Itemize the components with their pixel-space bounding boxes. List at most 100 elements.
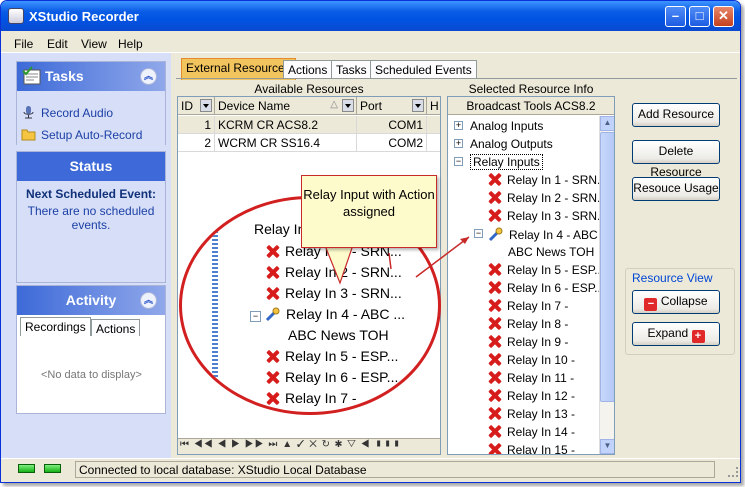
expand-node-icon[interactable]: + bbox=[454, 139, 463, 148]
relay-unassigned-icon bbox=[488, 371, 501, 384]
relay-node[interactable]: Relay In 12 - bbox=[488, 389, 575, 403]
col-device-label: Device Name bbox=[218, 99, 291, 113]
tree-group-label: Analog Inputs bbox=[470, 119, 544, 133]
col-device-name[interactable]: Device Name △ bbox=[215, 97, 357, 115]
relay-node[interactable]: Relay In 15 - bbox=[488, 443, 575, 454]
relay-unassigned-icon bbox=[488, 443, 501, 454]
magnified-row-label: Relay In 6 - ESP... bbox=[285, 369, 399, 385]
scroll-up-icon[interactable]: ▲ bbox=[600, 116, 614, 131]
relay-node[interactable]: Relay In 10 - bbox=[488, 353, 575, 367]
col-port[interactable]: Port bbox=[357, 97, 427, 115]
magnified-row-label: ABC News TOH bbox=[288, 327, 389, 343]
table-row[interactable]: 2 WCRM CR SS16.4 COM2 bbox=[178, 134, 440, 152]
relay-label: Relay In 9 - bbox=[507, 335, 569, 349]
dropdown-icon[interactable] bbox=[342, 99, 354, 112]
tree-group-label: Analog Outputs bbox=[470, 137, 553, 151]
record-audio-link[interactable]: Record Audio bbox=[21, 105, 113, 120]
setup-auto-record-link[interactable]: Setup Auto-Record bbox=[21, 127, 142, 142]
tab-actions[interactable]: Actions bbox=[91, 319, 141, 336]
relay-unassigned-icon bbox=[488, 209, 501, 222]
magnified-row-label: Relay In 4 - ABC ... bbox=[286, 306, 406, 322]
status-title: Status bbox=[69, 158, 113, 174]
scroll-down-icon[interactable]: ▼ bbox=[600, 439, 614, 454]
selected-resource-title: Selected Resource Info bbox=[468, 82, 594, 96]
app-icon bbox=[8, 8, 24, 24]
maximize-button[interactable]: □ bbox=[689, 6, 710, 27]
collapse-node-icon[interactable]: − bbox=[454, 157, 463, 166]
action-relay-icon bbox=[488, 227, 503, 242]
tab-external-resources[interactable]: External Resources bbox=[181, 58, 296, 80]
tab-scheduled-events[interactable]: Scheduled Events bbox=[370, 60, 477, 79]
magnified-row-label: Relay In 3 - SRN... bbox=[285, 285, 402, 301]
relay-node[interactable]: Relay In 2 - SRN... bbox=[488, 191, 607, 205]
tab-tasks[interactable]: Tasks bbox=[331, 60, 372, 79]
relay-label: Relay In 14 - bbox=[507, 425, 576, 439]
col-h[interactable]: H bbox=[427, 97, 442, 115]
sort-asc-icon: △ bbox=[330, 99, 338, 110]
relay-node[interactable]: Relay In 14 - bbox=[488, 425, 575, 439]
col-id[interactable]: ID bbox=[178, 97, 215, 115]
minimize-button[interactable]: – bbox=[665, 6, 686, 27]
available-resources-title: Available Resources bbox=[254, 82, 364, 96]
magnified-relay-row: Relay In 2 - SRN... bbox=[266, 264, 402, 280]
resource-usage-button[interactable]: Resouce Usage bbox=[632, 177, 720, 201]
relay-node[interactable]: Relay In 11 - bbox=[488, 371, 574, 385]
relay-node[interactable]: Relay In 5 - ESP... bbox=[488, 263, 604, 277]
tasks-header: Tasks ︽ bbox=[17, 62, 165, 91]
collapse-chevron-icon[interactable]: ︽ bbox=[140, 292, 157, 309]
col-port-label: Port bbox=[360, 99, 383, 113]
dropdown-icon[interactable] bbox=[200, 99, 212, 112]
add-resource-button[interactable]: Add Resource bbox=[632, 103, 720, 127]
relay-label: Relay In 11 - bbox=[507, 371, 575, 385]
relay-node[interactable]: Relay In 3 - SRN... bbox=[488, 209, 607, 223]
grid-navigator[interactable]: ⏮ ◀◀ ◀ ▶ ▶▶ ⏭ ▲ ✓ ✕ ↻ ✱ ▽ ◀ ▮▮▮ bbox=[178, 438, 440, 454]
collapse-button[interactable]: − Collapse bbox=[632, 290, 720, 314]
relay-unassigned-icon bbox=[488, 191, 501, 204]
title-bar: XStudio Recorder – □ ✕ bbox=[1, 1, 740, 31]
scroll-thumb[interactable] bbox=[600, 132, 614, 402]
expand-label: Expand bbox=[647, 326, 689, 340]
relay-node[interactable]: Relay In 13 - bbox=[488, 407, 575, 421]
tree-scrollbar[interactable]: ▲ ▼ bbox=[599, 116, 614, 454]
table-row[interactable]: 1 KCRM CR ACS8.2 COM1 bbox=[178, 116, 440, 134]
tree-group-node[interactable]: + Analog Inputs bbox=[454, 119, 544, 133]
menu-help[interactable]: Help bbox=[118, 37, 143, 51]
relay-label: Relay In 12 - bbox=[507, 389, 576, 403]
col-id-label: ID bbox=[181, 99, 193, 113]
menu-file[interactable]: File bbox=[14, 37, 33, 51]
cell-id: 2 bbox=[178, 134, 215, 152]
tab-actions[interactable]: Actions bbox=[283, 60, 333, 79]
magnified-relay-row: Relay In 5 - ESP... bbox=[266, 348, 398, 364]
relay-node-with-action[interactable]: − Relay In 4 - ABC ... bbox=[474, 227, 612, 242]
expand-node-icon[interactable]: + bbox=[454, 121, 463, 130]
database-led-icon bbox=[44, 464, 61, 473]
expand-button[interactable]: Expand + bbox=[632, 322, 720, 346]
action-relay-icon bbox=[265, 307, 280, 322]
relay-label: Relay In 1 - SRN... bbox=[507, 173, 608, 187]
status-text: Connected to local database: XStudio Loc… bbox=[75, 461, 715, 478]
resize-grip-icon[interactable] bbox=[728, 467, 738, 477]
collapse-node-icon[interactable]: − bbox=[474, 229, 483, 238]
relay-node[interactable]: Relay In 6 - ESP... bbox=[488, 281, 604, 295]
delete-resource-button[interactable]: Delete Resource bbox=[632, 140, 720, 179]
action-child-node[interactable]: ABC News TOH bbox=[508, 245, 594, 259]
relay-node[interactable]: Relay In 1 - SRN... bbox=[488, 173, 607, 187]
relay-node[interactable]: Relay In 9 - bbox=[488, 335, 568, 349]
tree-group-node[interactable]: + Analog Outputs bbox=[454, 137, 553, 151]
relay-node[interactable]: Relay In 7 - bbox=[488, 299, 568, 313]
collapse-chevron-icon[interactable]: ︽ bbox=[140, 68, 157, 85]
close-button[interactable]: ✕ bbox=[713, 6, 734, 27]
app-window: XStudio Recorder – □ ✕ File Edit View He… bbox=[0, 0, 741, 483]
magnified-row-label: Relay In 2 - SRN... bbox=[285, 264, 402, 280]
relay-unassigned-icon bbox=[266, 266, 279, 279]
tree-group-node[interactable]: − Relay Inputs bbox=[454, 154, 543, 170]
next-event-label: Next Scheduled Event: bbox=[25, 187, 157, 201]
dropdown-icon[interactable] bbox=[412, 99, 424, 112]
magnified-row-label: Relay In 5 - ESP... bbox=[285, 348, 399, 364]
tab-recordings[interactable]: Recordings bbox=[20, 317, 91, 336]
menu-edit[interactable]: Edit bbox=[47, 37, 68, 51]
relay-unassigned-icon bbox=[488, 335, 501, 348]
relay-label: Relay In 4 - ABC ... bbox=[509, 228, 612, 242]
menu-view[interactable]: View bbox=[81, 37, 107, 51]
relay-node[interactable]: Relay In 8 - bbox=[488, 317, 568, 331]
